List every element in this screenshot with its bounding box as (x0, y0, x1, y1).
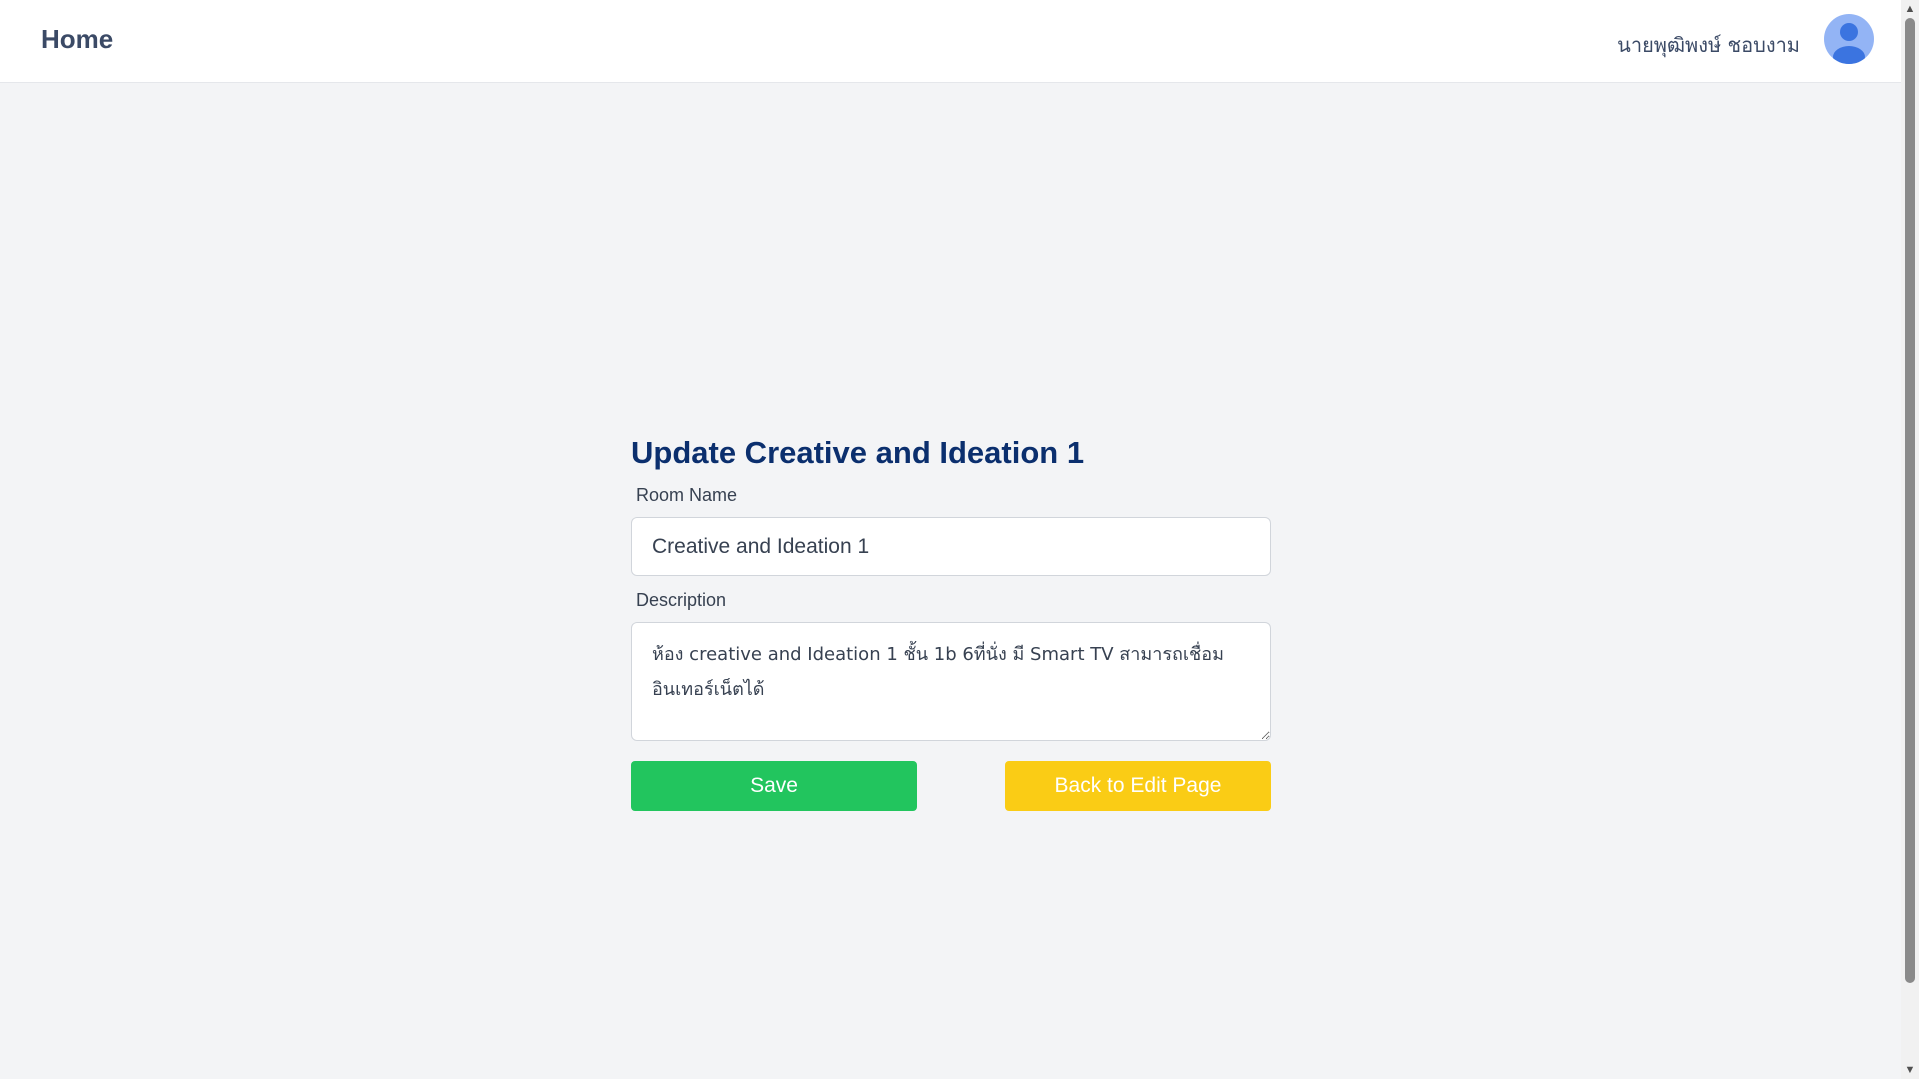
room-name-label: Room Name (636, 485, 738, 505)
vertical-scrollbar[interactable]: ▲ ▼ (1901, 0, 1919, 1079)
save-button[interactable]: Save (631, 761, 917, 811)
top-navbar: Home นายพุฒิพงษ์ ชอบงาม (0, 0, 1901, 83)
scrollbar-thumb[interactable] (1905, 18, 1915, 983)
page-title: Update Creative and Ideation 1 (631, 435, 1085, 470)
page: Home นายพุฒิพงษ์ ชอบงาม Update Creative … (0, 0, 1901, 1079)
update-room-form: Update Creative and Ideation 1 Room Name… (631, 432, 1271, 811)
description-label: Description (636, 590, 727, 610)
home-link[interactable]: Home (41, 24, 113, 55)
scroll-down-arrow-icon[interactable]: ▼ (1901, 1063, 1919, 1077)
user-avatar-icon[interactable] (1824, 14, 1874, 64)
user-name: นายพุฒิพงษ์ ชอบงาม (1617, 33, 1800, 57)
form-actions: Save Back to Edit Page (631, 761, 1271, 811)
back-to-edit-page-button[interactable]: Back to Edit Page (1005, 761, 1271, 811)
scroll-up-arrow-icon[interactable]: ▲ (1901, 2, 1919, 16)
description-textarea[interactable]: ห้อง creative and Ideation 1 ชั้น 1b 6ที… (631, 622, 1271, 741)
room-name-input[interactable] (631, 517, 1271, 576)
